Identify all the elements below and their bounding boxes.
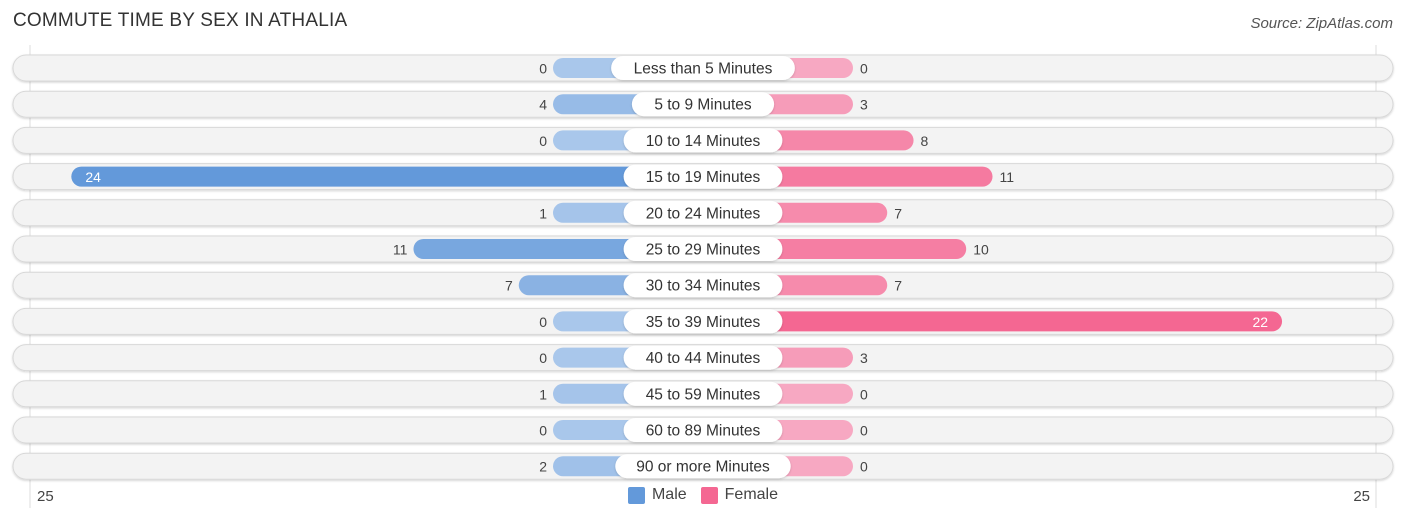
- legend-item-female[interactable]: Female: [700, 486, 779, 504]
- value-label-female: 8: [921, 133, 929, 149]
- row-7[interactable]: 0 22 35 to 39 Minutes: [12, 307, 1394, 335]
- row-6[interactable]: 7 7 30 to 34 Minutes: [12, 271, 1394, 299]
- value-label-female: 11: [1000, 169, 1015, 185]
- legend-item-male[interactable]: Male: [627, 486, 687, 504]
- row-2[interactable]: 0 8 10 to 14 Minutes: [12, 126, 1394, 154]
- row-10[interactable]: 0 0 60 to 89 Minutes: [12, 416, 1394, 444]
- row-0[interactable]: 0 0 Less than 5 Minutes: [12, 54, 1394, 82]
- value-label-male: 0: [539, 314, 547, 330]
- row-9[interactable]: 1 0 45 to 59 Minutes: [12, 380, 1394, 408]
- legend-label-female: Female: [724, 486, 779, 503]
- value-label-male: 4: [539, 97, 547, 113]
- value-label-female: 0: [860, 61, 868, 77]
- value-label-female: 7: [894, 278, 902, 294]
- value-label-male: 7: [505, 278, 513, 294]
- category-label: 60 to 89 Minutes: [646, 423, 761, 440]
- value-label-female: 7: [894, 205, 902, 221]
- bar-male: [71, 166, 703, 187]
- value-label-female: 22: [1252, 314, 1268, 330]
- chart-canvas: 0 0 Less than 5 Minutes 4 3 5 to 9 Minutes 0 8 1…: [12, 45, 1394, 508]
- value-label-male: 0: [539, 133, 547, 149]
- row-3[interactable]: 24 11 15 to 19 Minutes: [12, 163, 1394, 191]
- category-label: 15 to 19 Minutes: [646, 169, 761, 186]
- row-11[interactable]: 2 0 90 or more Minutes: [12, 452, 1394, 480]
- legend-swatch-male: [627, 486, 645, 504]
- row-5[interactable]: 11 10 25 to 29 Minutes: [12, 235, 1394, 263]
- value-label-male: 1: [539, 386, 547, 402]
- value-label-male: 0: [539, 423, 547, 439]
- bar-female: [703, 311, 1283, 332]
- category-label: 30 to 34 Minutes: [646, 278, 761, 295]
- value-label-male: 0: [539, 61, 547, 77]
- legend-label-male: Male: [651, 486, 687, 503]
- value-label-male: 0: [539, 350, 547, 366]
- category-label: 45 to 59 Minutes: [646, 386, 761, 403]
- category-label: 10 to 14 Minutes: [646, 133, 761, 150]
- category-label: 40 to 44 Minutes: [646, 350, 761, 367]
- category-label: 20 to 24 Minutes: [646, 205, 761, 222]
- category-label: 90 or more Minutes: [636, 459, 770, 476]
- category-label: 35 to 39 Minutes: [646, 314, 761, 331]
- row-8[interactable]: 0 3 40 to 44 Minutes: [12, 344, 1394, 372]
- value-label-female: 3: [860, 350, 868, 366]
- legend: Male Female: [0, 486, 1406, 504]
- value-label-female: 0: [860, 423, 868, 439]
- row-4[interactable]: 1 7 20 to 24 Minutes: [12, 199, 1394, 227]
- value-label-male: 24: [85, 169, 101, 185]
- value-label-female: 0: [860, 386, 868, 402]
- row-1[interactable]: 4 3 5 to 9 Minutes: [12, 90, 1394, 118]
- value-label-female: 10: [973, 242, 989, 258]
- legend-swatch-female: [700, 486, 718, 504]
- category-label: 25 to 29 Minutes: [646, 242, 761, 259]
- value-label-male: 1: [539, 205, 547, 221]
- value-label-female: 3: [860, 97, 868, 113]
- value-label-male: 11: [393, 242, 408, 258]
- value-label-female: 0: [860, 459, 868, 475]
- value-label-male: 2: [539, 459, 547, 475]
- category-label: 5 to 9 Minutes: [654, 97, 752, 114]
- category-label: Less than 5 Minutes: [634, 61, 773, 78]
